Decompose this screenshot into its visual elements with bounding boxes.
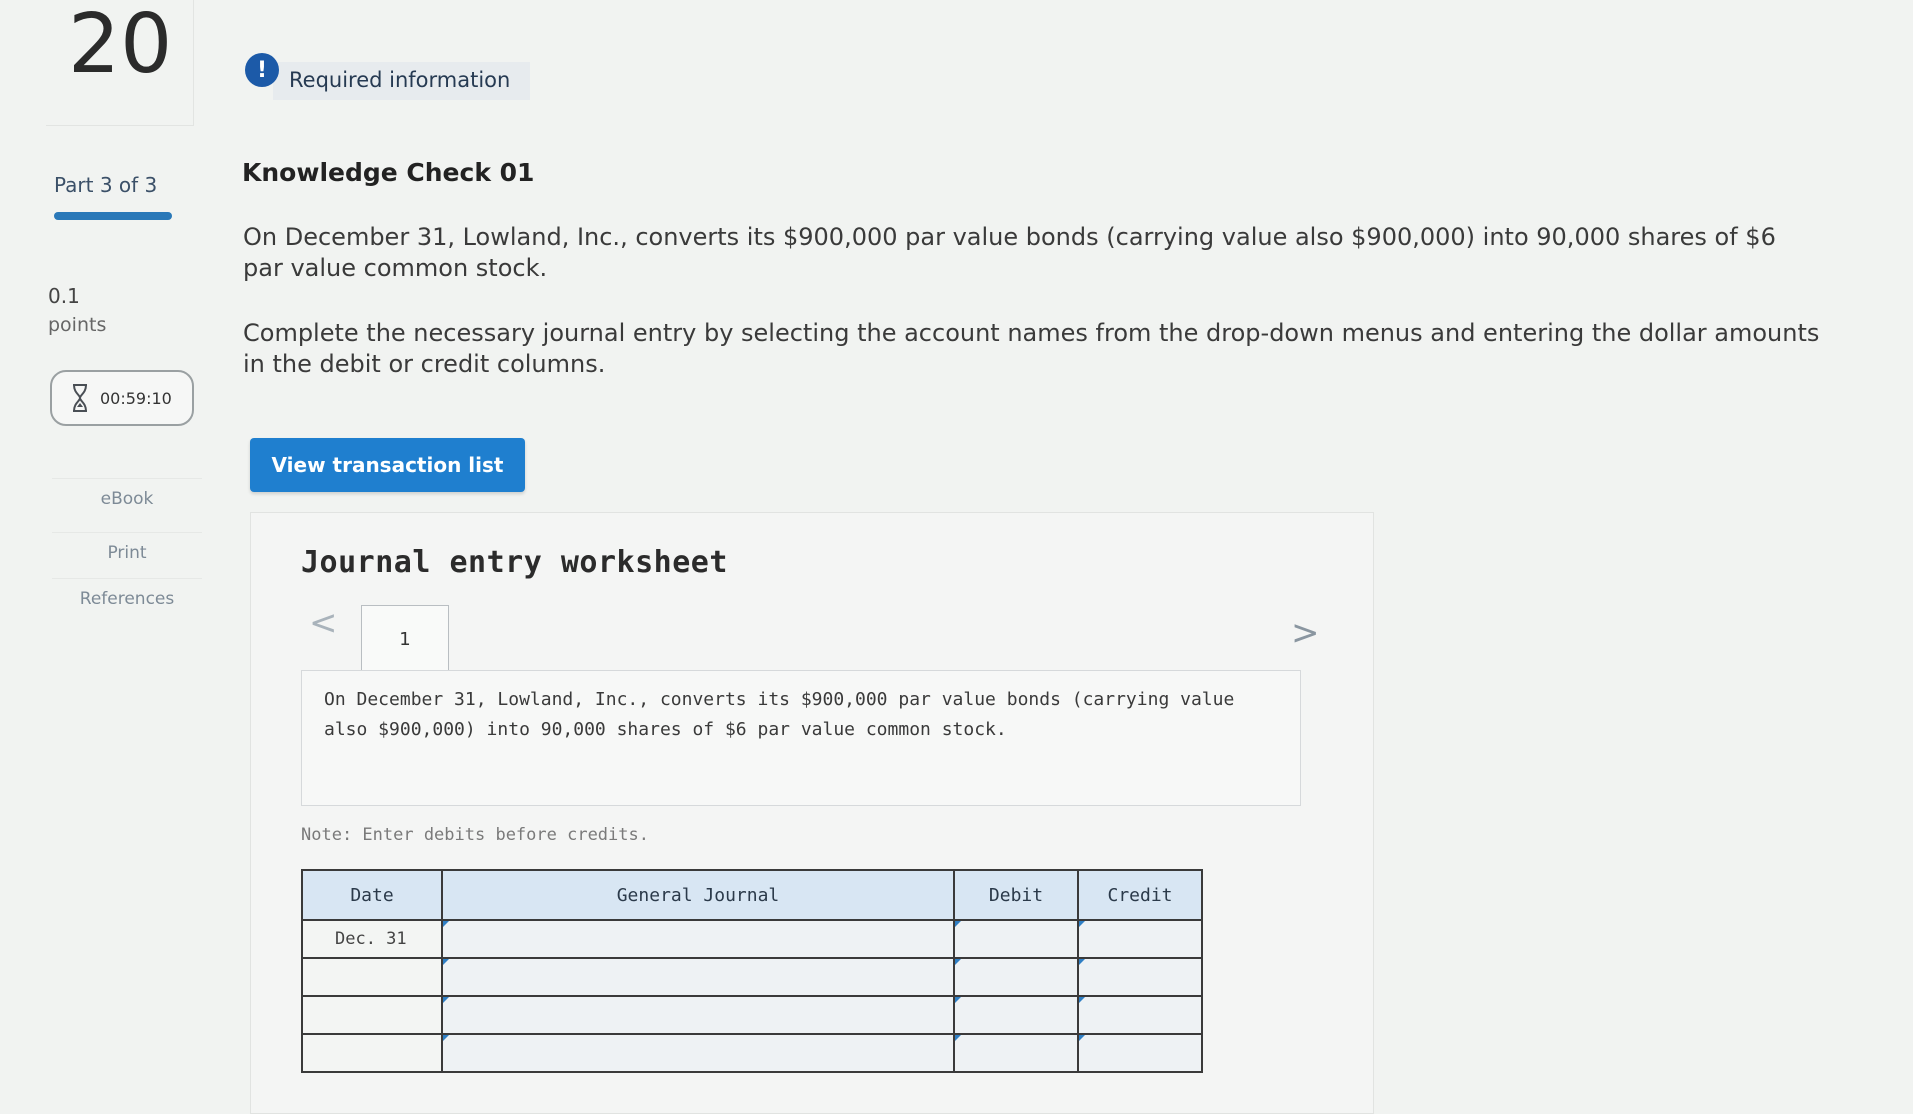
timer-value: 00:59:10 xyxy=(100,388,172,408)
credit-input[interactable] xyxy=(1077,1033,1203,1073)
ebook-link[interactable]: eBook xyxy=(52,478,202,509)
instructions-text: Complete the necessary journal entry by … xyxy=(243,319,1820,378)
account-select[interactable] xyxy=(441,957,955,997)
references-link[interactable]: References xyxy=(52,578,202,609)
journal-table: Date General Journal Debit Credit Dec. 3… xyxy=(301,869,1203,1073)
col-credit: Credit xyxy=(1077,869,1203,921)
date-cell xyxy=(301,995,443,1035)
table-row: Dec. 31 xyxy=(301,919,1203,959)
debit-input[interactable] xyxy=(953,1033,1079,1073)
table-row xyxy=(301,995,1203,1035)
account-select[interactable] xyxy=(441,919,955,959)
timer[interactable]: 00:59:10 xyxy=(50,370,194,426)
debit-input[interactable] xyxy=(953,995,1079,1035)
date-cell xyxy=(301,957,443,997)
credit-input[interactable] xyxy=(1077,995,1203,1035)
date-cell xyxy=(301,1033,443,1073)
debit-input[interactable] xyxy=(953,919,1079,959)
debit-input[interactable] xyxy=(953,957,1079,997)
points-label: points xyxy=(48,314,107,336)
question-title: Knowledge Check 01 xyxy=(242,158,535,187)
points-value: 0.1 xyxy=(48,284,80,308)
part-indicator: Part 3 of 3 xyxy=(54,173,158,197)
question-text: On December 31, Lowland, Inc., converts … xyxy=(243,223,1776,282)
question-number: 20 xyxy=(46,0,194,126)
col-general-journal: General Journal xyxy=(441,869,955,921)
credit-input[interactable] xyxy=(1077,919,1203,959)
required-information-badge: ! Required information xyxy=(245,40,531,100)
worksheet-tab-1[interactable]: 1 xyxy=(361,605,449,672)
credit-input[interactable] xyxy=(1077,957,1203,997)
table-row xyxy=(301,1033,1203,1073)
chevron-right-icon[interactable]: > xyxy=(1291,613,1320,653)
print-link[interactable]: Print xyxy=(52,532,202,563)
account-select[interactable] xyxy=(441,995,955,1035)
chevron-left-icon[interactable]: < xyxy=(309,603,338,643)
left-rail: 20 Part 3 of 3 0.1 points 00:59:10 eBook… xyxy=(0,0,240,1080)
date-cell: Dec. 31 xyxy=(301,919,443,959)
entry-note: Note: Enter debits before credits. xyxy=(301,825,649,845)
account-select[interactable] xyxy=(441,1033,955,1073)
transaction-description: On December 31, Lowland, Inc., converts … xyxy=(301,670,1301,806)
hourglass-icon xyxy=(73,384,87,412)
required-information-text: Required information xyxy=(273,62,531,100)
view-transaction-list-button[interactable]: View transaction list xyxy=(250,438,525,492)
col-date: Date xyxy=(301,869,443,921)
journal-entry-worksheet: Journal entry worksheet < 1 > On Decembe… xyxy=(250,512,1374,1114)
worksheet-title: Journal entry worksheet xyxy=(301,545,728,580)
col-debit: Debit xyxy=(953,869,1079,921)
exclamation-icon: ! xyxy=(245,53,279,87)
part-progress-bar xyxy=(54,212,172,220)
table-row xyxy=(301,957,1203,997)
